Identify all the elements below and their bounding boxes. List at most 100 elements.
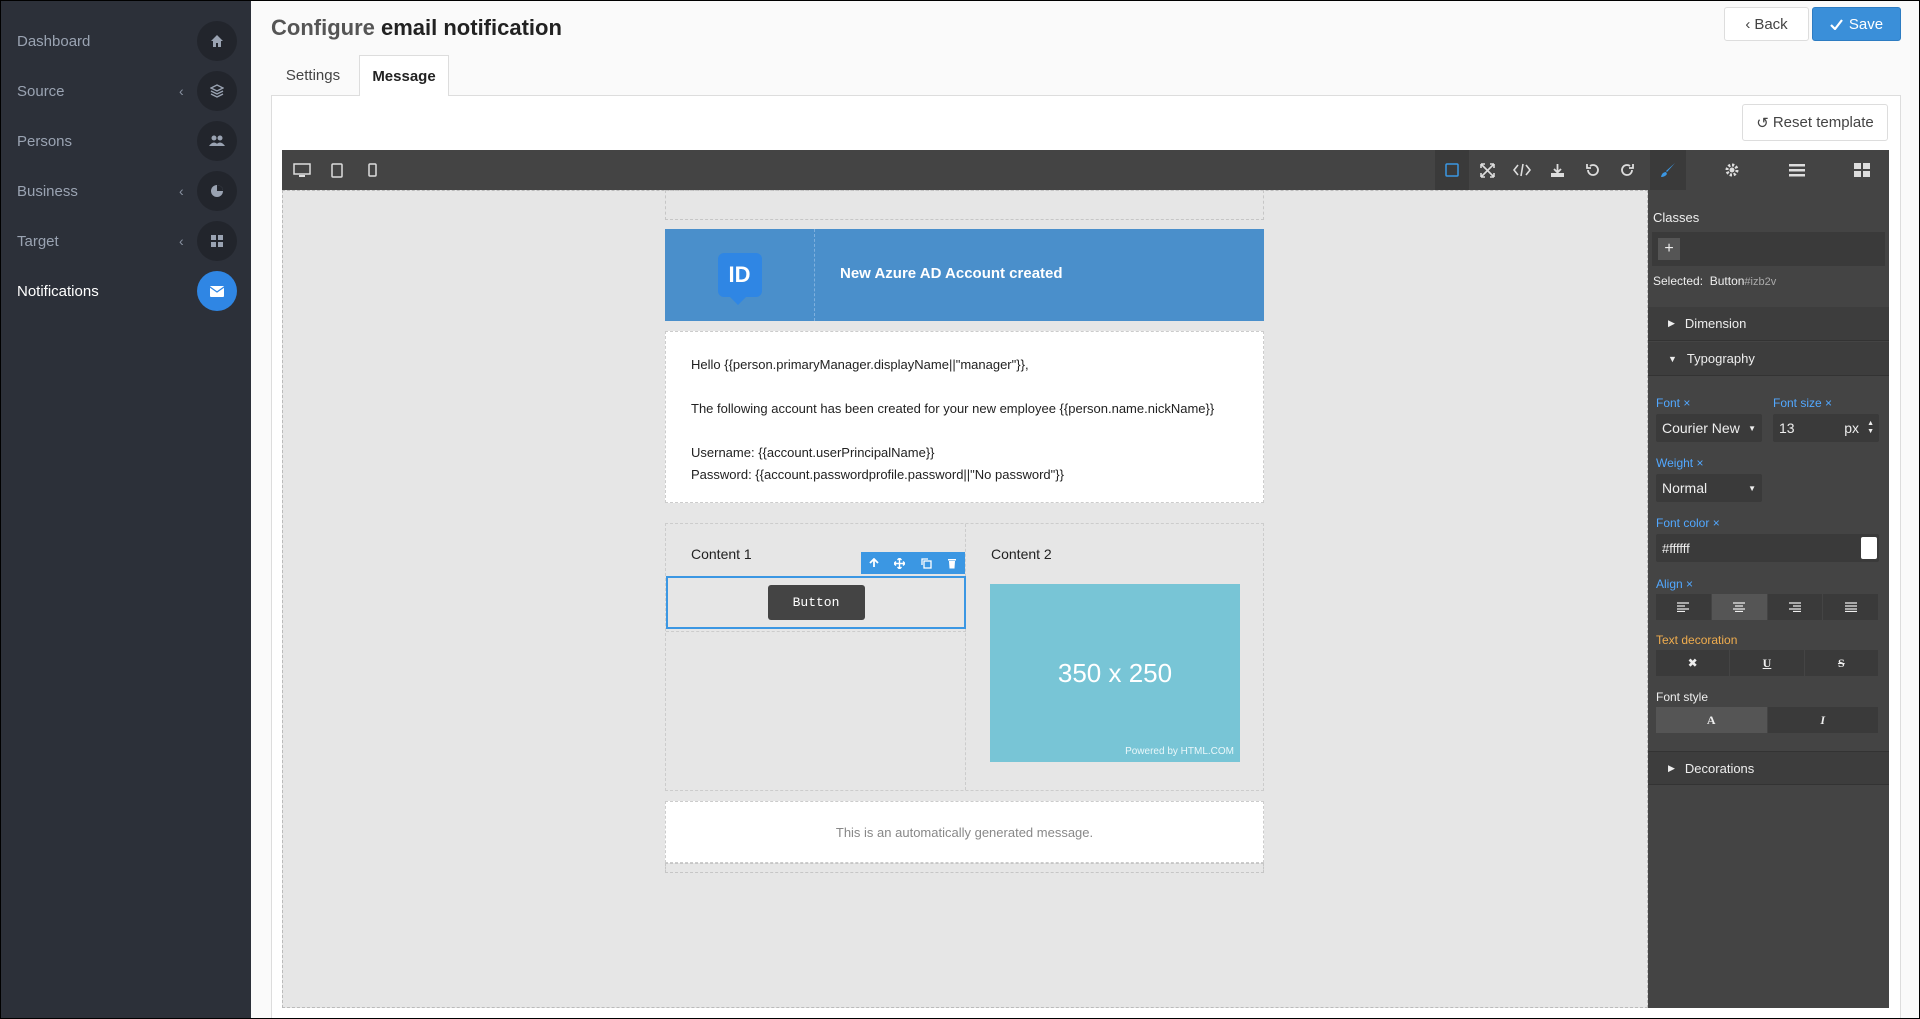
content-1-title[interactable]: Content 1: [691, 546, 752, 562]
font-color-input[interactable]: #ffffff: [1656, 534, 1879, 562]
weight-label: Weight ×: [1656, 456, 1704, 470]
classes-field[interactable]: +: [1652, 232, 1885, 266]
weight-value: Normal: [1662, 480, 1708, 496]
move-icon[interactable]: [894, 557, 906, 569]
sidebar-item-business[interactable]: Business ‹: [1, 166, 251, 216]
classes-label: Classes: [1653, 210, 1700, 225]
align-left-icon[interactable]: [1656, 594, 1712, 620]
trash-icon[interactable]: [947, 558, 957, 569]
section-decorations-label: Decorations: [1684, 760, 1755, 776]
close-icon[interactable]: ✖: [1656, 650, 1731, 676]
blocks-icon[interactable]: [1845, 150, 1879, 190]
email-footer[interactable]: This is an automatically generated messa…: [665, 801, 1264, 863]
text-decoration-label: Text decoration: [1656, 633, 1738, 647]
chevron-left-icon: ‹: [1745, 15, 1751, 33]
align-right-icon[interactable]: [1768, 594, 1824, 620]
body-line: Username: {{account.userPrincipalName}}: [691, 445, 935, 460]
column-1[interactable]: Content 1 Button: [666, 524, 966, 790]
selected-name: Button: [1709, 274, 1745, 288]
font-size-input[interactable]: 13 px ▲ ▼: [1773, 414, 1879, 442]
section-typography-label: Typography: [1686, 351, 1755, 366]
code-icon[interactable]: [1505, 150, 1539, 190]
sidebar-item-target[interactable]: Target ‹: [1, 216, 251, 266]
save-button[interactable]: Save: [1812, 7, 1901, 41]
tab-message[interactable]: Message: [359, 55, 449, 96]
font-select[interactable]: Courier New ▼: [1656, 414, 1762, 442]
download-icon[interactable]: [1540, 150, 1574, 190]
brush-icon[interactable]: [1650, 150, 1686, 190]
body-line: [691, 376, 1238, 398]
font-size-unit[interactable]: px: [1844, 420, 1859, 436]
sidebar-item-label: Persons: [17, 132, 73, 150]
font-size-value: 13: [1779, 420, 1795, 436]
clear-icon[interactable]: ×: [1683, 396, 1690, 410]
style-manager-panel: Classes + Selected: Button#izb2v ▶ Dimen…: [1648, 190, 1889, 1008]
tablet-icon[interactable]: [320, 150, 354, 190]
sidebar-item-notifications[interactable]: Notifications: [1, 266, 251, 316]
caret-right-icon: ▶: [1668, 318, 1675, 328]
email-button[interactable]: Button: [767, 585, 865, 620]
font-value: Courier New: [1662, 420, 1740, 436]
mobile-icon[interactable]: [355, 150, 389, 190]
page-title: Configure email notification: [271, 15, 562, 41]
clear-icon[interactable]: ×: [1686, 577, 1693, 591]
sidebar-item-label: Business: [17, 182, 78, 200]
body-line: Password: {{account.passwordprofile.pass…: [691, 467, 1064, 482]
arrow-up-icon[interactable]: [869, 558, 879, 568]
font-color-label-text: Font color: [1656, 516, 1710, 530]
component-outline-icon[interactable]: [1435, 150, 1469, 190]
layers-menu-icon[interactable]: [1780, 150, 1814, 190]
sidebar-item-dashboard[interactable]: Dashboard: [1, 16, 251, 66]
weight-select[interactable]: Normal ▼: [1656, 474, 1762, 502]
home-icon: [197, 21, 237, 61]
section-decorations[interactable]: ▶ Decorations: [1648, 751, 1889, 785]
stepper-icon[interactable]: ▲ ▼: [1867, 420, 1874, 436]
body-line: The following account has been created f…: [691, 401, 1215, 416]
tab-settings[interactable]: Settings: [273, 55, 353, 95]
underline-icon[interactable]: U: [1730, 650, 1805, 676]
copy-icon[interactable]: [921, 557, 932, 569]
editor-toolbar: [282, 150, 1889, 190]
footer-text: This is an automatically generated messa…: [835, 824, 1094, 840]
align-buttons: [1656, 594, 1879, 620]
italic-icon[interactable]: I: [1768, 707, 1879, 733]
normal-style-icon[interactable]: A: [1656, 707, 1768, 733]
back-button[interactable]: ‹ Back: [1724, 7, 1809, 41]
fullscreen-icon[interactable]: [1470, 150, 1504, 190]
chevron-left-icon: ‹: [179, 83, 184, 99]
strikethrough-icon[interactable]: S: [1805, 650, 1879, 676]
sidebar-item-source[interactable]: Source ‹: [1, 66, 251, 116]
redo-icon[interactable]: [1610, 150, 1644, 190]
undo-icon[interactable]: [1575, 150, 1609, 190]
align-center-icon[interactable]: [1711, 594, 1768, 620]
gear-icon[interactable]: [1715, 150, 1749, 190]
caret-down-icon: ▼: [1748, 483, 1756, 493]
column-2[interactable]: Content 2 350 x 250 Powered by HTML.COM: [966, 524, 1263, 790]
placeholder-text: 350 x 250: [1057, 657, 1173, 688]
content-2-title[interactable]: Content 2: [991, 546, 1052, 562]
color-swatch[interactable]: [1861, 537, 1877, 559]
selected-button-cell[interactable]: Button: [666, 576, 966, 629]
email-body[interactable]: Hello {{person.primaryManager.displayNam…: [665, 331, 1264, 503]
column-1-empty-area: [666, 631, 966, 790]
font-color-label: Font color ×: [1656, 516, 1720, 530]
section-typography[interactable]: ▼ Typography: [1648, 342, 1889, 376]
sidebar-item-persons[interactable]: Persons: [1, 116, 251, 166]
image-placeholder[interactable]: 350 x 250 Powered by HTML.COM: [990, 584, 1240, 762]
align-justify-icon[interactable]: [1823, 594, 1879, 620]
email-header-title[interactable]: New Azure AD Account created: [840, 265, 1063, 282]
clear-icon[interactable]: ×: [1713, 516, 1720, 530]
desktop-icon[interactable]: [285, 150, 319, 190]
font-size-label: Font size ×: [1773, 396, 1832, 410]
section-dimension-label: Dimension: [1684, 316, 1747, 331]
clear-icon[interactable]: ×: [1825, 396, 1832, 410]
add-class-icon[interactable]: +: [1658, 238, 1680, 260]
powered-by-text: Powered by HTML.COM: [1125, 746, 1234, 757]
font-label: Font ×: [1656, 396, 1690, 410]
sidebar-item-label: Dashboard: [17, 32, 91, 50]
email-header[interactable]: ID New Azure AD Account created: [665, 229, 1264, 321]
two-column-row[interactable]: Content 1 Button Content 2 350 x 250 Pow…: [665, 523, 1264, 791]
clear-icon[interactable]: ×: [1696, 456, 1703, 470]
reset-template-button[interactable]: ↺ Reset template: [1742, 104, 1888, 141]
section-dimension[interactable]: ▶ Dimension: [1648, 307, 1889, 341]
